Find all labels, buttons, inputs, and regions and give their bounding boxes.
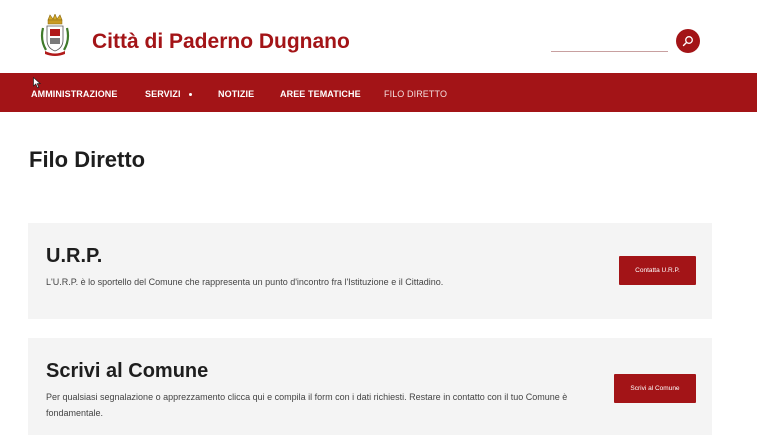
write-to-municipality-card: Scrivi al Comune Per qualsiasi segnalazi… [28,338,712,435]
card-description: L'U.R.P. è lo sportello del Comune che r… [46,277,444,287]
card-title: Scrivi al Comune [46,360,209,382]
nav-item-amministrazione[interactable]: AMMINISTRAZIONE [31,89,118,99]
nav-item-filo-diretto[interactable]: FILO DIRETTO [384,89,447,99]
write-to-municipality-button[interactable]: Scrivi al Comune [614,374,696,403]
nav-item-notizie[interactable]: NOTIZIE [218,89,254,99]
contact-urp-button[interactable]: Contatta U.R.P. [619,256,696,285]
site-header: Città di Paderno Dugnano [0,0,757,73]
search-input[interactable] [551,51,668,52]
page-title: Filo Diretto [29,147,146,172]
dot-icon [189,93,192,96]
card-title: U.R.P. [46,245,103,267]
card-description: Per qualsiasi segnalazione o apprezzamen… [46,392,568,418]
search-icon [682,36,693,47]
mouse-cursor-icon [33,77,41,89]
urp-card: U.R.P. L'U.R.P. è lo sportello del Comun… [28,223,712,319]
search-button[interactable] [676,29,700,53]
nav-item-servizi[interactable]: SERVIZI [145,89,181,99]
coat-of-arms-icon[interactable] [40,13,70,58]
main-navigation: AMMINISTRAZIONE SERVIZI NOTIZIE AREE TEM… [0,73,757,112]
nav-item-aree-tematiche[interactable]: AREE TEMATICHE [280,89,361,99]
site-title[interactable]: Città di Paderno Dugnano [92,30,350,54]
